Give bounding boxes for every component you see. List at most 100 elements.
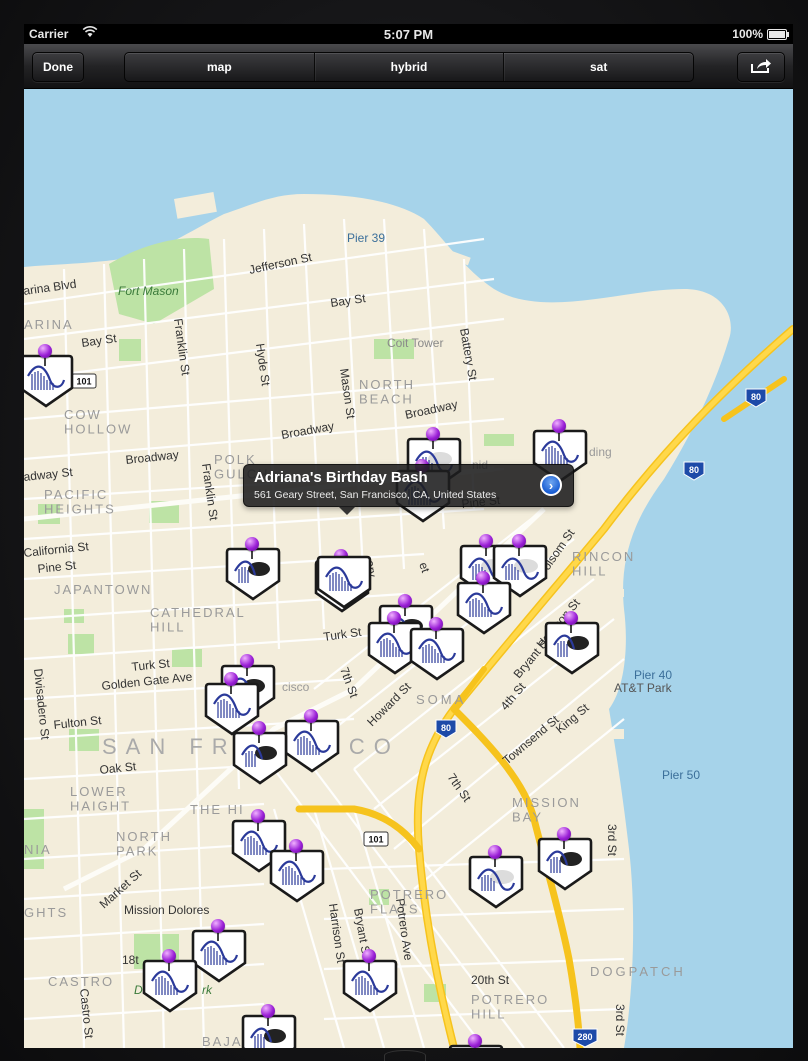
pin-head-icon xyxy=(387,611,401,625)
pin-needle xyxy=(563,840,565,849)
pin-needle xyxy=(44,357,46,366)
pin-head-icon xyxy=(564,611,578,625)
pin-head-icon xyxy=(429,617,443,631)
pin-needle xyxy=(230,685,232,694)
event-shield-icon xyxy=(191,929,247,983)
pin-needle xyxy=(482,584,484,593)
shield-text: 280 xyxy=(577,1032,592,1042)
label-3rd-st-2: 3rd St xyxy=(613,1004,627,1037)
event-pin[interactable] xyxy=(284,709,340,773)
map-canvas[interactable]: 101 101 80 80 80 280 Pier 39 Jefferson S… xyxy=(24,89,793,1048)
pin-needle xyxy=(393,624,395,633)
event-shield-icon xyxy=(544,621,600,675)
event-pin[interactable] xyxy=(191,919,247,983)
share-button[interactable] xyxy=(737,52,785,82)
label-soma: SOMA xyxy=(416,692,466,707)
pin-head-icon xyxy=(362,949,376,963)
event-pin[interactable] xyxy=(342,949,398,1013)
pin-head-icon xyxy=(426,427,440,441)
event-pin[interactable] xyxy=(241,1004,297,1048)
map-toolbar: Done map hybrid sat xyxy=(24,44,793,89)
callout-address: 561 Geary Street, San Francisco, CA, Uni… xyxy=(254,489,497,501)
event-pin[interactable] xyxy=(544,611,600,675)
pin-head-icon xyxy=(557,827,571,841)
status-time: 5:07 PM xyxy=(383,27,434,42)
event-callout[interactable]: Adriana's Birthday Bash 561 Geary Street… xyxy=(243,464,574,515)
label-cisco-fragment: cisco xyxy=(282,680,310,694)
pin-needle xyxy=(570,624,572,633)
battery-icon xyxy=(767,29,789,40)
shield-us101-a: 101 xyxy=(71,373,97,389)
label-nia: NIA xyxy=(24,842,52,857)
selected-event-pin[interactable] xyxy=(316,545,372,609)
pin-head-icon xyxy=(261,1004,275,1018)
pin-head-icon xyxy=(162,949,176,963)
label-pier-39: Pier 39 xyxy=(347,231,385,245)
event-shield-icon xyxy=(142,959,198,1013)
pin-needle xyxy=(251,550,253,559)
event-shield-icon xyxy=(316,555,372,609)
label-heights: GHTS xyxy=(24,905,68,920)
label-pier-50: Pier 50 xyxy=(662,768,700,782)
event-shield-icon xyxy=(225,547,281,601)
callout-title: Adriana's Birthday Bash xyxy=(254,469,428,486)
pin-head-icon xyxy=(245,537,259,551)
event-shield-icon xyxy=(24,354,74,408)
event-pin[interactable] xyxy=(142,949,198,1013)
label-dogpatch: DOGPATCH xyxy=(590,964,686,979)
pin-head-icon xyxy=(468,1034,482,1048)
label-north-beach: NORTH BEACH xyxy=(359,377,415,406)
event-pin[interactable] xyxy=(232,721,288,785)
segment-sat[interactable]: sat xyxy=(503,53,693,81)
pin-needle xyxy=(217,932,219,941)
event-pin[interactable] xyxy=(468,845,524,909)
pin-needle xyxy=(485,547,487,556)
pin-head-icon xyxy=(251,809,265,823)
done-button[interactable]: Done xyxy=(32,52,84,82)
event-pin[interactable] xyxy=(24,344,74,408)
label-mission-dolores: Mission Dolores xyxy=(124,903,209,917)
label-pier-40: Pier 40 xyxy=(634,668,672,682)
pin-head-icon xyxy=(304,709,318,723)
event-shield-icon xyxy=(232,731,288,785)
event-pin[interactable] xyxy=(448,1034,504,1048)
pin-head-icon xyxy=(252,721,266,735)
share-icon xyxy=(750,58,772,77)
pin-needle xyxy=(435,630,437,639)
pin-needle xyxy=(368,962,370,971)
event-shield-icon xyxy=(537,837,593,891)
event-pin[interactable] xyxy=(225,537,281,601)
pin-head-icon xyxy=(224,672,238,686)
shield-text: 80 xyxy=(751,392,761,402)
pin-head-icon xyxy=(476,571,490,585)
map-view[interactable]: 101 101 80 80 80 280 Pier 39 Jefferson S… xyxy=(24,89,793,1048)
segment-hybrid[interactable]: hybrid xyxy=(313,53,504,81)
pin-needle xyxy=(432,440,434,449)
event-pin[interactable] xyxy=(537,827,593,891)
label-att-park: AT&T Park xyxy=(614,681,673,695)
battery-percent: 100% xyxy=(732,27,763,41)
label-18th-st: 18t xyxy=(122,953,139,967)
chevron-right-icon: › xyxy=(548,477,554,493)
label-coit-tower: Coit Tower xyxy=(387,336,443,350)
label-japantown: JAPANTOWN xyxy=(54,582,152,597)
map-type-segmented-control: map hybrid sat xyxy=(124,52,694,82)
home-button-edge xyxy=(384,1050,426,1061)
disclosure-button[interactable]: › xyxy=(540,474,562,496)
segment-map[interactable]: map xyxy=(125,53,314,81)
pin-needle xyxy=(257,822,259,831)
shield-text: 80 xyxy=(441,723,451,733)
pin-head-icon xyxy=(211,919,225,933)
event-shield-icon xyxy=(342,959,398,1013)
event-pin[interactable] xyxy=(269,839,325,903)
label-castro: CASTRO xyxy=(48,974,114,989)
pin-head-icon xyxy=(552,419,566,433)
label-marina-district: ARINA xyxy=(24,317,74,332)
shield-text: 80 xyxy=(689,465,699,475)
pin-head-icon xyxy=(479,534,493,548)
label-lower-haight: LOWER HAIGHT xyxy=(70,784,131,813)
label-park: rk xyxy=(202,983,213,997)
pin-needle xyxy=(494,858,496,867)
event-pin[interactable] xyxy=(409,617,465,681)
shield-text: 101 xyxy=(368,835,383,845)
